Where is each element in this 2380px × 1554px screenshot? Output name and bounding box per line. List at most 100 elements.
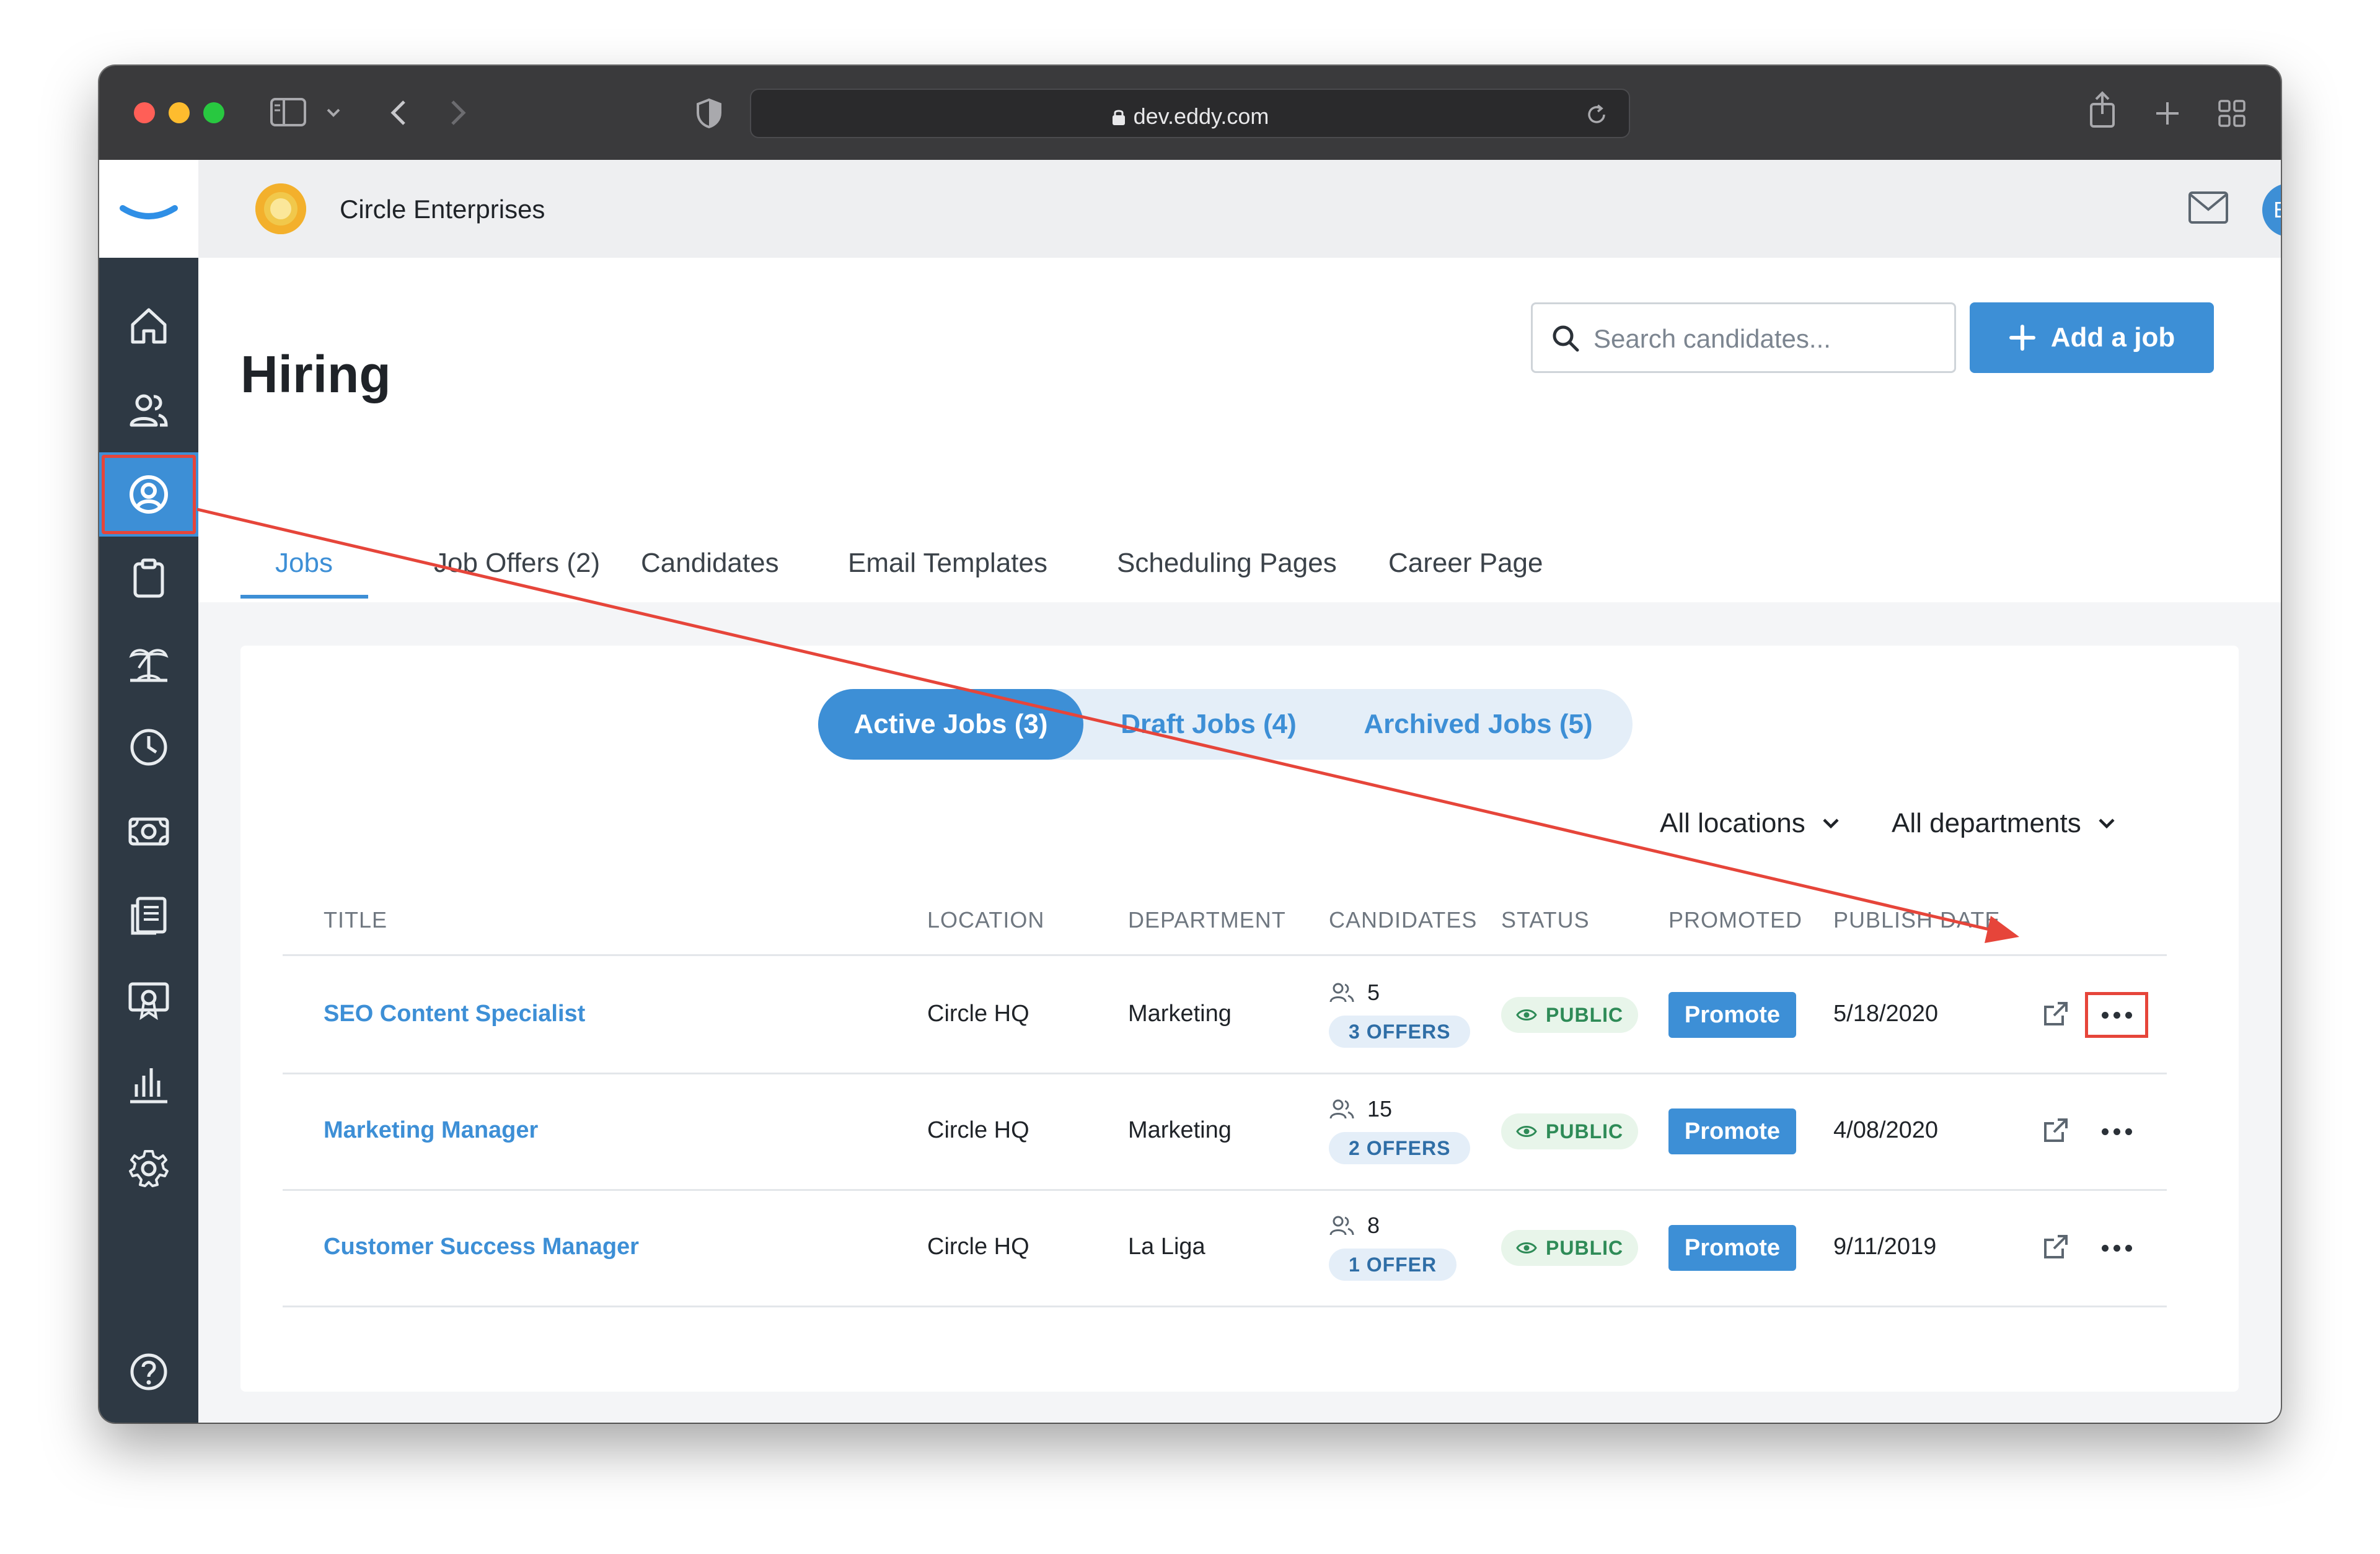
address-bar[interactable]: dev.eddy.com <box>750 89 1630 138</box>
forward-icon[interactable] <box>449 99 467 126</box>
more-options-button[interactable] <box>2085 1108 2148 1154</box>
sidebar-item-documents[interactable] <box>99 874 198 958</box>
more-options-button[interactable] <box>2085 992 2148 1038</box>
url-label: dev.eddy.com <box>1133 103 1269 129</box>
zoom-window-button[interactable] <box>203 102 224 123</box>
dot <box>2125 1128 2132 1135</box>
sidebar-item-help[interactable] <box>99 1330 198 1414</box>
job-department: Marketing <box>1128 1117 1232 1143</box>
close-window-button[interactable] <box>134 102 155 123</box>
new-tab-icon[interactable] <box>2154 100 2180 126</box>
sidebar-item-tasks[interactable] <box>99 537 198 621</box>
add-job-button[interactable]: Add a job <box>1970 302 2214 373</box>
external-link-icon[interactable] <box>2042 1116 2070 1144</box>
mail-icon[interactable] <box>2188 191 2229 224</box>
promote-button[interactable]: Promote <box>1668 1225 1796 1271</box>
candidate-count-value: 5 <box>1367 980 1380 1005</box>
sidebar-item-training[interactable] <box>99 958 198 1042</box>
chevron-down-icon <box>1823 819 1839 829</box>
candidate-count-value: 8 <box>1367 1213 1380 1238</box>
offers-badge[interactable]: 1 OFFER <box>1329 1249 1457 1281</box>
sidebar-item-reports[interactable] <box>99 1042 198 1126</box>
eye-icon <box>1516 1126 1537 1137</box>
segment-draft-jobs[interactable]: Draft Jobs (4) <box>1083 689 1334 760</box>
offers-badge[interactable]: 3 OFFERS <box>1329 1016 1471 1048</box>
sidebar-item-time-off[interactable] <box>99 621 198 705</box>
column-title[interactable]: TITLE <box>324 907 387 933</box>
clipboard-icon <box>133 558 164 598</box>
segment-active-jobs[interactable]: Active Jobs (3) <box>818 689 1083 760</box>
page-title: Hiring <box>240 345 391 403</box>
tab-career-page[interactable]: Career Page <box>1388 534 1574 602</box>
hiring-icon <box>130 475 168 514</box>
shield-icon[interactable] <box>695 98 723 129</box>
clock-icon <box>130 729 167 766</box>
job-status-segmented-control: Active Jobs (3) Draft Jobs (4) Archived … <box>818 689 1633 760</box>
minimize-window-button[interactable] <box>169 102 190 123</box>
column-publish-date[interactable]: PUBLISH DATE <box>1833 907 2000 933</box>
share-icon[interactable] <box>2089 90 2116 129</box>
candidate-count[interactable]: 5 <box>1329 980 1380 1006</box>
reload-icon[interactable] <box>1585 103 1608 126</box>
job-department: Marketing <box>1128 1001 1232 1027</box>
sidebar-toggle-icon[interactable] <box>270 98 306 126</box>
publish-date: 9/11/2019 <box>1833 1234 1937 1260</box>
segment-archived-jobs[interactable]: Archived Jobs (5) <box>1334 689 1623 760</box>
column-promoted[interactable]: PROMOTED <box>1668 907 1802 933</box>
tab-candidates[interactable]: Candidates <box>641 534 790 602</box>
sidebar-item-time-tracking[interactable] <box>99 705 198 789</box>
tab-overview-icon[interactable] <box>2218 99 2246 128</box>
app-logo[interactable] <box>99 160 198 258</box>
more-options-button[interactable] <box>2085 1225 2148 1271</box>
job-department: La Liga <box>1128 1234 1205 1260</box>
job-title-link[interactable]: Customer Success Manager <box>324 1234 639 1260</box>
external-link-icon[interactable] <box>2042 999 2070 1028</box>
user-avatar[interactable]: EN <box>2262 183 2281 237</box>
promote-button[interactable]: Promote <box>1668 1108 1796 1154</box>
column-location[interactable]: LOCATION <box>927 907 1044 933</box>
external-link-icon[interactable] <box>2042 1232 2070 1261</box>
dot <box>2113 1128 2120 1135</box>
location-filter-label: All locations <box>1660 808 1805 838</box>
people-icon <box>1329 983 1354 1003</box>
chart-icon <box>130 1068 167 1104</box>
department-filter[interactable]: All departments <box>1892 808 2116 839</box>
dot <box>2125 1244 2132 1252</box>
dot <box>2101 1011 2109 1019</box>
plus-icon <box>2009 325 2035 351</box>
sidebar-item-home[interactable] <box>99 284 198 368</box>
sidebar-item-settings[interactable] <box>99 1126 198 1211</box>
promote-button[interactable]: Promote <box>1668 992 1796 1038</box>
column-candidates[interactable]: CANDIDATES <box>1329 907 1477 933</box>
people-icon <box>130 394 168 427</box>
company-name[interactable]: Circle Enterprises <box>340 195 545 224</box>
tab-job-offers[interactable]: Job Offers (2) <box>434 534 601 602</box>
back-icon[interactable] <box>389 99 408 126</box>
candidate-count[interactable]: 8 <box>1329 1213 1380 1239</box>
offers-badge[interactable]: 2 OFFERS <box>1329 1132 1471 1164</box>
help-icon <box>130 1353 167 1390</box>
tab-scheduling-pages[interactable]: Scheduling Pages <box>1117 534 1340 602</box>
job-title-link[interactable]: Marketing Manager <box>324 1117 538 1144</box>
sidebar-item-payroll[interactable] <box>99 789 198 874</box>
location-filter[interactable]: All locations <box>1660 808 1840 839</box>
tab-jobs[interactable]: Jobs <box>240 534 368 602</box>
tab-email-templates[interactable]: Email Templates <box>848 534 1059 602</box>
chevron-down-icon[interactable] <box>326 108 341 118</box>
document-icon <box>131 897 167 935</box>
search-box[interactable] <box>1531 302 1956 373</box>
column-department[interactable]: DEPARTMENT <box>1128 907 1286 933</box>
company-logo <box>255 183 306 234</box>
search-input[interactable] <box>1592 318 1942 360</box>
job-location: Circle HQ <box>927 1001 1029 1027</box>
job-location: Circle HQ <box>927 1234 1029 1260</box>
sidebar-item-hiring[interactable] <box>99 452 198 537</box>
column-status[interactable]: STATUS <box>1501 907 1590 933</box>
candidate-count[interactable]: 15 <box>1329 1096 1392 1122</box>
job-title-link[interactable]: SEO Content Specialist <box>324 1001 585 1027</box>
eddy-logo-icon <box>120 205 178 219</box>
sidebar-item-people[interactable] <box>99 368 198 452</box>
money-icon <box>128 817 169 846</box>
job-location: Circle HQ <box>927 1117 1029 1143</box>
status-badge: PUBLIC <box>1501 1230 1639 1266</box>
